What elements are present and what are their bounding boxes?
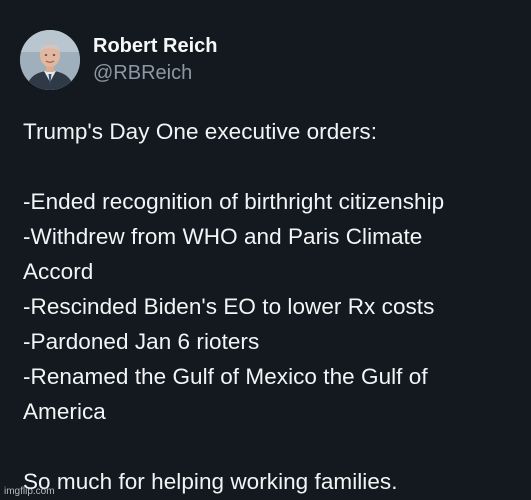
author-display-name[interactable]: Robert Reich [93, 34, 217, 58]
author-handle[interactable]: @RBReich [93, 60, 217, 86]
author-names: Robert Reich @RBReich [93, 34, 217, 86]
avatar[interactable] [20, 30, 80, 90]
tweet-line: So much for helping working families. [23, 469, 398, 494]
tweet-line: -Ended recognition of birthright citizen… [23, 189, 445, 214]
tweet-text: Trump's Day One executive orders: -Ended… [23, 114, 523, 499]
tweet-header: Robert Reich @RBReich [20, 30, 217, 90]
tweet-card: Robert Reich @RBReich Trump's Day One ex… [0, 0, 531, 500]
watermark: imgflip.com [4, 486, 55, 497]
tweet-line: Accord [23, 259, 94, 284]
tweet-line: Trump's Day One executive orders: [23, 119, 377, 144]
tweet-line: America [23, 399, 106, 424]
tweet-line: -Withdrew from WHO and Paris Climate [23, 224, 423, 249]
tweet-line: -Renamed the Gulf of Mexico the Gulf of [23, 364, 428, 389]
tweet-line: -Pardoned Jan 6 rioters [23, 329, 260, 354]
tweet-line: -Rescinded Biden's EO to lower Rx costs [23, 294, 435, 319]
profile-photo-icon [20, 30, 80, 90]
